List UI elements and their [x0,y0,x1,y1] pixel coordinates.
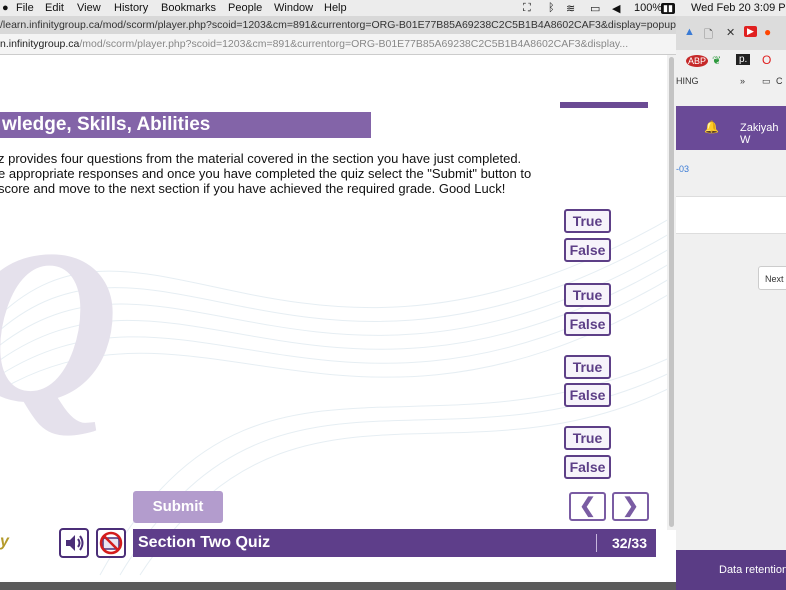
tab-strip: ▲ 🗋 ✕ ▶ ● [676,16,786,50]
site-footer: Data retention [676,550,786,590]
opera-icon[interactable]: O [762,53,771,67]
q3-true-button[interactable]: True [564,355,611,379]
speaker-icon [66,535,84,551]
address-bar[interactable]: n.infinitygroup.ca/mod/scorm/player.php?… [0,34,676,55]
next-button[interactable]: Next [758,266,786,290]
youtube-icon[interactable]: ▶ [744,26,757,37]
bookmarks-bar: ABP ❦ p. O HING » ▭ C [676,50,786,107]
clock[interactable]: Wed Feb 20 3:09 P [691,2,786,14]
airplay-icon[interactable]: ▭ [590,2,600,15]
page-indicator: 32/33 [611,535,647,551]
header-accent [560,102,648,108]
bookmark-item[interactable]: HING [676,76,699,86]
submit-button[interactable]: Submit [133,491,223,523]
menu-edit[interactable]: Edit [45,2,64,14]
instruction-line: e appropriate responses and once you hav… [0,166,532,181]
scrollbar-thumb[interactable] [669,57,674,527]
menu-bookmarks[interactable]: Bookmarks [161,2,216,14]
battery-percent: 100% [634,2,663,14]
q4-true-button[interactable]: True [564,426,611,450]
q1-false-button[interactable]: False [564,238,611,262]
next-page-button[interactable]: ❯ [612,492,649,521]
doc-icon[interactable]: 🗋 [704,26,713,45]
quiz-title: wledge, Skills, Abilities [0,112,371,138]
menu-file[interactable]: File [16,2,34,14]
section-footer: Section Two Quiz 32/33 [133,529,656,557]
q3-false-button[interactable]: False [564,383,611,407]
pocket-icon[interactable]: p. [736,54,751,65]
menu-bar: ● File Edit View History Bookmarks Peopl… [0,0,786,16]
menu-window[interactable]: Window [274,2,313,14]
no-captions-icon [99,531,123,555]
apple-icon[interactable]: ● [2,2,9,14]
audio-button[interactable] [59,528,89,558]
section-title: Section Two Quiz [138,534,271,551]
finder-status-icon[interactable]: ⛶ [523,2,531,15]
q2-true-button[interactable]: True [564,283,611,307]
menu-people[interactable]: People [228,2,262,14]
page-body: -03 Next [676,150,786,550]
bookmarks-overflow[interactable]: » [740,76,745,86]
quiz-instructions: z provides four questions from the mater… [0,151,558,196]
q-watermark: Q [0,200,119,453]
site-header: 🔔 Zakiyah W [676,106,786,150]
captions-button[interactable] [96,528,126,558]
bookmark-folder[interactable]: C [776,76,783,86]
bell-icon[interactable]: 🔔 [704,120,719,134]
battery-icon[interactable]: ▮▮ [661,3,675,14]
extension-icon[interactable]: ❦ [712,54,721,67]
prev-page-button[interactable]: ❮ [569,492,606,521]
window-url-bar: /learn.infinitygroup.ca/mod/scorm/player… [0,16,676,35]
address-path: /mod/scorm/player.php?scoid=1203&cm=891&… [79,38,629,50]
user-name[interactable]: Zakiyah W [740,122,786,146]
close-icon[interactable]: ✕ [726,26,735,39]
folder-icon[interactable]: ▭ [762,76,771,87]
content-card [676,196,786,234]
window-bottom-edge [0,582,676,590]
address-host: n.infinitygroup.ca [0,38,80,50]
company-logo: y [0,533,9,550]
volume-icon[interactable]: ◀ [612,2,620,15]
q4-false-button[interactable]: False [564,455,611,479]
instruction-line: z provides four questions from the mater… [0,151,522,166]
drive-icon[interactable]: ▲ [684,26,695,38]
wifi-icon[interactable]: ≋ [566,2,575,15]
q2-false-button[interactable]: False [564,312,611,336]
footer-divider [596,534,597,552]
menu-view[interactable]: View [77,2,101,14]
data-retention-link[interactable]: Data retention [719,564,786,576]
scorm-player: Q wledge, Skills, Abilities z provides f… [0,55,676,582]
q1-true-button[interactable]: True [564,209,611,233]
menu-help[interactable]: Help [324,2,347,14]
background-browser: ▲ 🗋 ✕ ▶ ● ABP ❦ p. O HING » ▭ C 🔔 Zakiya… [676,16,786,590]
popup-scrollbar[interactable] [667,55,676,530]
course-link[interactable]: -03 [676,164,689,174]
bluetooth-icon[interactable]: ᛒ [548,2,555,14]
adblock-icon[interactable]: ABP [686,55,709,67]
instruction-line: score and move to the next section if yo… [0,181,506,196]
reddit-icon[interactable]: ● [764,25,771,39]
menu-history[interactable]: History [114,2,148,14]
